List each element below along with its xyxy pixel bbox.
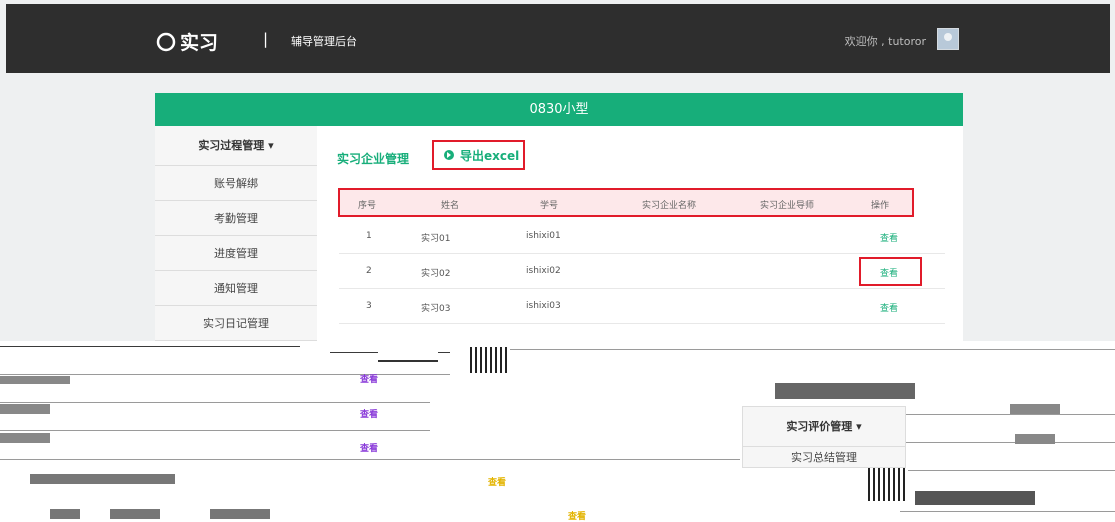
- column-header-id: 学号: [540, 201, 559, 211]
- column-header-action: 操作: [871, 201, 890, 211]
- sidebar: 实习过程管理 ▾ 账号解绑 考勤管理 进度管理 通知管理 实习日记管理: [155, 126, 317, 341]
- sidebar-item-summary[interactable]: 实习总结管理: [743, 447, 905, 469]
- column-header-company: 实习企业名称: [642, 201, 697, 211]
- view-link[interactable]: 查看: [880, 301, 898, 314]
- column-header-name: 姓名: [441, 201, 460, 211]
- table-row: 3 实习03 ishixi03 查看: [339, 289, 945, 324]
- welcome-text: 欢迎你 , tutoror: [844, 35, 926, 48]
- top-navbar: 实习 | 辅导管理后台 欢迎你 , tutoror: [6, 4, 1110, 73]
- cell-name: 实习03: [421, 304, 451, 314]
- corrupted-view-link: 查看: [360, 375, 379, 385]
- column-header-mentor: 实习企业导师: [760, 201, 815, 211]
- cell-name: 实习01: [421, 234, 451, 244]
- header-separator: |: [263, 30, 269, 48]
- glitched-region: 查看 查看 查看 查看 查看: [0, 341, 1115, 522]
- cell-no: 3: [366, 301, 372, 311]
- sidebar-item-notice[interactable]: 通知管理: [155, 271, 317, 306]
- app-title: 辅导管理后台: [291, 35, 357, 48]
- corrupted-view-link: 查看: [360, 410, 379, 420]
- cell-no: 1: [366, 231, 372, 241]
- sidebar-heading-evaluation[interactable]: 实习评价管理 ▾: [743, 407, 905, 447]
- sidebar-heading-process[interactable]: 实习过程管理 ▾: [155, 126, 317, 166]
- cell-id: ishixi03: [526, 301, 561, 311]
- table-header: 序号 姓名 学号 实习企业名称 实习企业导师 操作: [338, 188, 914, 217]
- export-excel-button[interactable]: 导出excel: [432, 140, 525, 170]
- cell-no: 2: [366, 266, 372, 276]
- corrupted-view-link: 查看: [488, 478, 507, 488]
- corrupted-view-link: 查看: [360, 444, 379, 454]
- logo-icon: [156, 32, 176, 51]
- column-header-no: 序号: [358, 201, 377, 211]
- view-link[interactable]: 查看: [880, 231, 898, 244]
- view-link-highlight: [859, 257, 922, 286]
- cell-id: ishixi01: [526, 231, 561, 241]
- sidebar-item-diary[interactable]: 实习日记管理: [155, 306, 317, 341]
- corrupted-view-link: 查看: [568, 512, 587, 522]
- export-label: 导出excel: [460, 148, 520, 163]
- sidebar-item-account-unbind[interactable]: 账号解绑: [155, 166, 317, 201]
- brand-logo[interactable]: 实习: [156, 28, 218, 55]
- page-title: 0830小型: [155, 93, 963, 126]
- table-row: 1 实习01 ishixi01 查看: [339, 219, 945, 254]
- logo-text: 实习: [180, 32, 219, 54]
- section-title: 实习企业管理: [337, 152, 410, 166]
- cell-name: 实习02: [421, 269, 451, 279]
- avatar[interactable]: [937, 28, 959, 50]
- export-arrow-icon: [444, 150, 454, 160]
- sidebar-fragment: 实习评价管理 ▾ 实习总结管理: [742, 406, 906, 468]
- table-row: 2 实习02 ishixi02 查看: [339, 254, 945, 289]
- sidebar-item-attendance[interactable]: 考勤管理: [155, 201, 317, 236]
- sidebar-item-progress[interactable]: 进度管理: [155, 236, 317, 271]
- cell-id: ishixi02: [526, 266, 561, 276]
- main-panel: 实习企业管理 导出excel 序号 姓名 学号 实习企业名称 实习企业导师 操作…: [317, 126, 963, 341]
